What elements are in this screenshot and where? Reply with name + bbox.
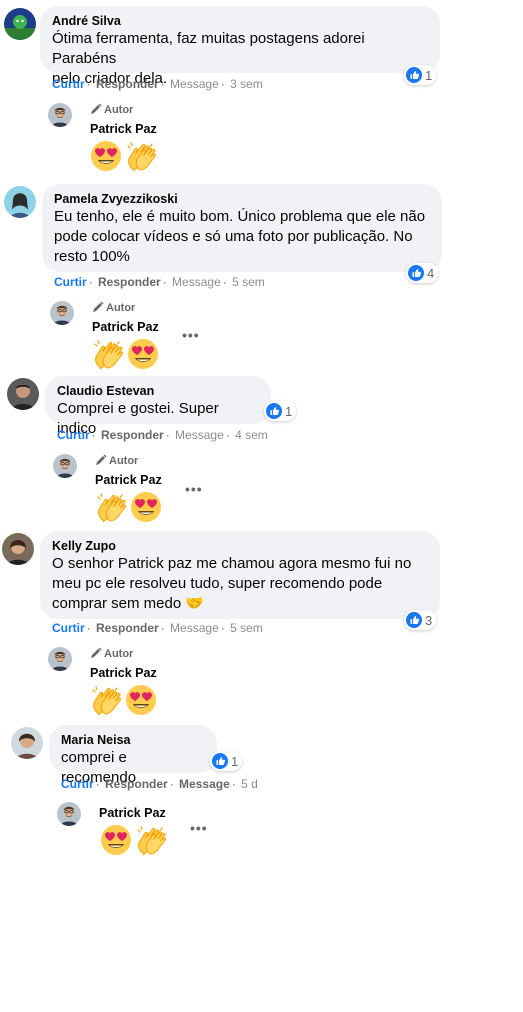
author-badge: Autor — [90, 647, 133, 661]
reply-author[interactable]: Patrick Paz — [90, 665, 157, 681]
avatar-maria-neisa[interactable] — [11, 727, 43, 759]
comment-text-line: Eu tenho, ele é muito bom. Único problem… — [54, 208, 426, 225]
pencil-icon — [93, 301, 104, 312]
comment-text-line: comprar sem medo 🤝 — [52, 595, 205, 612]
reply-link[interactable]: Responder — [105, 777, 168, 791]
like-icon — [406, 67, 422, 83]
message-link[interactable]: Message — [172, 275, 221, 289]
more-options-icon[interactable]: ••• — [182, 327, 200, 343]
timestamp[interactable]: 5 sem — [230, 621, 263, 635]
comment-bubble: André Silva Ótima ferramenta, faz muitas… — [40, 6, 440, 87]
comment-actions: Curtir · Responder · Message · 3 sem — [52, 77, 263, 91]
reply-link[interactable]: Responder — [96, 621, 159, 635]
reply-link[interactable]: Responder — [96, 77, 159, 91]
comment-actions: Curtir · Responder · Message · 5 sem — [52, 621, 263, 635]
heart-eyes-emoji — [126, 685, 156, 715]
like-count-badge[interactable]: 1 — [210, 751, 243, 771]
avatar-andre-silva[interactable] — [4, 8, 36, 40]
comment-bubble: Maria Neisa comprei e recomendo — [49, 725, 217, 786]
timestamp[interactable]: 3 sem — [230, 77, 263, 91]
timestamp[interactable]: 5 d — [241, 777, 258, 791]
comment-author[interactable]: Pamela Zvyezzikoski — [54, 191, 430, 207]
avatar-kelly-zupo[interactable] — [2, 533, 34, 565]
reply-author[interactable]: Patrick Paz — [90, 121, 157, 137]
author-badge: Autor — [95, 454, 138, 468]
like-count-badge[interactable]: 4 — [406, 263, 439, 283]
author-badge: Autor — [90, 103, 133, 117]
heart-eyes-emoji — [101, 825, 131, 855]
avatar-patrick-paz[interactable] — [48, 647, 72, 671]
comment-text-line: meu pc ele resolveu tudo, super recomend… — [52, 575, 383, 592]
like-link[interactable]: Curtir — [52, 621, 85, 635]
reply-author[interactable]: Patrick Paz — [92, 319, 159, 335]
comment-author[interactable]: Maria Neisa — [61, 732, 205, 748]
message-link[interactable]: Message — [175, 428, 224, 442]
pencil-icon — [91, 103, 102, 114]
clapping-hands-emoji — [97, 493, 127, 523]
comment-text-line: O senhor Patrick paz me chamou agora mes… — [52, 555, 412, 572]
heart-eyes-emoji — [128, 339, 158, 369]
heart-eyes-emoji — [131, 492, 161, 522]
like-count-badge[interactable]: 1 — [264, 401, 297, 421]
like-count-badge[interactable]: 1 — [404, 65, 437, 85]
clapping-hands-emoji — [137, 826, 167, 856]
like-link[interactable]: Curtir — [61, 777, 94, 791]
author-badge: Autor — [92, 301, 135, 315]
comment-actions: Curtir · Responder · Message · 5 d — [61, 777, 258, 791]
more-options-icon[interactable]: ••• — [185, 481, 203, 497]
message-link[interactable]: Message — [170, 77, 219, 91]
clapping-hands-emoji — [92, 686, 122, 716]
pencil-icon — [91, 647, 102, 658]
comment-actions: Curtir · Responder · Message · 5 sem — [54, 275, 265, 289]
like-icon — [406, 612, 422, 628]
reply-author[interactable]: Patrick Paz — [95, 472, 162, 488]
reply-link[interactable]: Responder — [101, 428, 164, 442]
comment-author[interactable]: André Silva — [52, 13, 428, 29]
reply-link[interactable]: Responder — [98, 275, 161, 289]
pencil-icon — [96, 454, 107, 465]
like-link[interactable]: Curtir — [57, 428, 90, 442]
like-link[interactable]: Curtir — [52, 77, 85, 91]
timestamp[interactable]: 4 sem — [235, 428, 268, 442]
clapping-hands-emoji — [127, 142, 157, 172]
comment-author[interactable]: Claudio Estevan — [57, 383, 259, 399]
message-link[interactable]: Message — [179, 777, 230, 791]
heart-eyes-emoji — [91, 141, 121, 171]
avatar-patrick-paz[interactable] — [57, 802, 81, 826]
comment-bubble: Claudio Estevan Comprei e gostei. Super … — [45, 376, 271, 437]
comment-text-line: resto 100% — [54, 248, 130, 265]
avatar-patrick-paz[interactable] — [48, 103, 72, 127]
reply-author[interactable]: Patrick Paz — [99, 805, 166, 821]
like-link[interactable]: Curtir — [54, 275, 87, 289]
like-icon — [266, 403, 282, 419]
message-link[interactable]: Message — [170, 621, 219, 635]
like-icon — [212, 753, 228, 769]
avatar-patrick-paz[interactable] — [53, 454, 77, 478]
clapping-hands-emoji — [94, 340, 124, 370]
avatar-claudio-estevan[interactable] — [7, 378, 39, 410]
avatar-patrick-paz[interactable] — [50, 301, 74, 325]
comment-bubble: Pamela Zvyezzikoski Eu tenho, ele é muit… — [42, 184, 442, 272]
comment-author[interactable]: Kelly Zupo — [52, 538, 428, 554]
like-count-badge[interactable]: 3 — [404, 610, 437, 630]
comment-text-line: pode colocar vídeos e só uma foto por pu… — [54, 228, 413, 245]
comment-actions: Curtir · Responder · Message · 4 sem — [57, 428, 268, 442]
comment-text-line: Ótima ferramenta, faz muitas postagens a… — [52, 30, 365, 67]
like-icon — [408, 265, 424, 281]
avatar-pamela-zvyezzikoski[interactable] — [4, 186, 36, 218]
comment-bubble: Kelly Zupo O senhor Patrick paz me chamo… — [40, 531, 440, 619]
timestamp[interactable]: 5 sem — [232, 275, 265, 289]
more-options-icon[interactable]: ••• — [190, 820, 208, 836]
